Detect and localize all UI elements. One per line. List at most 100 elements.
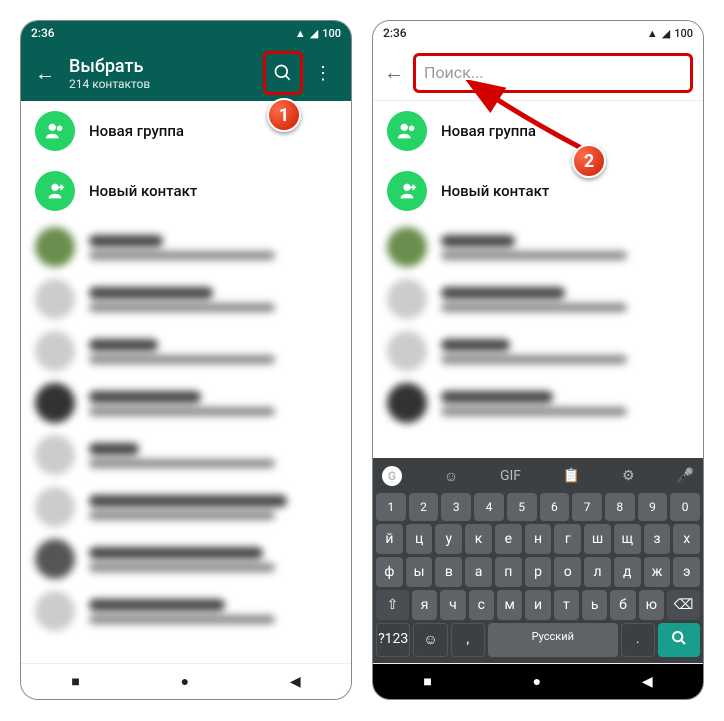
status-icons: ▲ ◢ 100 — [647, 27, 693, 40]
keyboard-toolbar: G ☺ GIF 📋 ⚙ 🎤 — [376, 462, 700, 490]
mic-icon[interactable]: 🎤 — [677, 468, 694, 484]
key-й[interactable]: й — [376, 524, 403, 554]
keyboard: G ☺ GIF 📋 ⚙ 🎤 1234567890 йцукенгшщзх фыв… — [373, 458, 703, 663]
keyboard-row-numbers: 1234567890 — [376, 493, 700, 521]
key-с[interactable]: с — [469, 590, 494, 620]
key-ю[interactable]: ю — [639, 590, 664, 620]
key-н[interactable]: н — [525, 524, 552, 554]
key-д[interactable]: д — [614, 557, 641, 587]
key-1[interactable]: 1 — [376, 493, 406, 521]
nav-home[interactable]: ● — [181, 673, 189, 690]
list-item[interactable] — [373, 325, 703, 377]
key-м[interactable]: м — [497, 590, 522, 620]
list-item[interactable] — [21, 377, 351, 429]
gif-button[interactable]: GIF — [500, 468, 521, 484]
contact-list[interactable]: Новая группа Новый контакт — [21, 101, 351, 663]
new-contact-row[interactable]: Новый контакт — [21, 161, 351, 221]
nav-recent[interactable]: ■ — [423, 673, 431, 690]
key-7[interactable]: 7 — [572, 493, 602, 521]
status-time: 2:36 — [31, 26, 55, 40]
battery-icon: 100 — [674, 27, 693, 40]
keyboard-row-bottom: ?123 ☺ , Русский . — [376, 623, 700, 657]
key-у[interactable]: у — [435, 524, 462, 554]
key-и[interactable]: и — [525, 590, 550, 620]
key-0[interactable]: 0 — [670, 493, 700, 521]
key-ц[interactable]: ц — [406, 524, 433, 554]
key-б[interactable]: б — [610, 590, 635, 620]
new-contact-row[interactable]: Новый контакт — [373, 161, 703, 221]
back-button[interactable]: ← — [29, 61, 61, 86]
search-icon — [273, 63, 293, 83]
android-navbar: ■ ● ◀ — [373, 663, 703, 699]
list-item[interactable] — [21, 221, 351, 273]
list-item[interactable] — [21, 273, 351, 325]
new-group-row[interactable]: Новая группа — [21, 101, 351, 161]
key-к[interactable]: к — [465, 524, 492, 554]
key-space[interactable]: Русский — [488, 623, 617, 657]
key-ь[interactable]: ь — [582, 590, 607, 620]
keyboard-row-3: ⇧ячсмитьбю⌫ — [376, 590, 700, 620]
key-search[interactable] — [658, 623, 700, 657]
key-т[interactable]: т — [554, 590, 579, 620]
key-е[interactable]: е — [495, 524, 522, 554]
key-5[interactable]: 5 — [507, 493, 537, 521]
signal-icon: ◢ — [310, 27, 318, 40]
list-item[interactable] — [21, 481, 351, 533]
key-щ[interactable]: щ — [614, 524, 641, 554]
list-item[interactable] — [21, 325, 351, 377]
key-period[interactable]: . — [621, 623, 655, 657]
sticker-icon[interactable]: ☺ — [444, 468, 458, 485]
list-item[interactable] — [21, 585, 351, 637]
nav-recent[interactable]: ■ — [71, 673, 79, 690]
key-ж[interactable]: ж — [644, 557, 671, 587]
list-item[interactable] — [21, 533, 351, 585]
settings-icon[interactable]: ⚙ — [622, 468, 635, 484]
menu-button[interactable]: ⋮ — [303, 53, 343, 93]
key-symbols[interactable]: ?123 — [376, 623, 410, 657]
key-г[interactable]: г — [554, 524, 581, 554]
clipboard-icon[interactable]: 📋 — [563, 468, 580, 484]
keyboard-row-1: йцукенгшщзх — [376, 524, 700, 554]
key-я[interactable]: я — [412, 590, 437, 620]
key-з[interactable]: з — [644, 524, 671, 554]
key-backspace[interactable]: ⌫ — [667, 590, 700, 620]
phone-left: 2:36 ▲ ◢ 100 ← Выбрать 214 контактов ⋮ Н… — [20, 20, 352, 700]
search-button[interactable] — [263, 53, 303, 93]
list-item[interactable] — [21, 429, 351, 481]
key-ф[interactable]: ф — [376, 557, 403, 587]
add-contact-icon — [35, 171, 75, 211]
key-9[interactable]: 9 — [638, 493, 668, 521]
key-а[interactable]: а — [465, 557, 492, 587]
key-х[interactable]: х — [673, 524, 700, 554]
wifi-icon: ▲ — [295, 27, 306, 40]
nav-back[interactable]: ◀ — [642, 674, 653, 690]
key-6[interactable]: 6 — [540, 493, 570, 521]
new-contact-label: Новый контакт — [89, 182, 337, 200]
nav-back[interactable]: ◀ — [290, 674, 301, 690]
nav-home[interactable]: ● — [533, 673, 541, 690]
key-shift[interactable]: ⇧ — [376, 590, 409, 620]
list-item[interactable] — [373, 221, 703, 273]
key-п[interactable]: п — [495, 557, 522, 587]
search-highlight — [263, 51, 303, 95]
key-ч[interactable]: ч — [440, 590, 465, 620]
key-8[interactable]: 8 — [605, 493, 635, 521]
list-item[interactable] — [373, 377, 703, 429]
key-ы[interactable]: ы — [406, 557, 433, 587]
key-2[interactable]: 2 — [409, 493, 439, 521]
key-л[interactable]: л — [584, 557, 611, 587]
key-э[interactable]: э — [673, 557, 700, 587]
key-в[interactable]: в — [435, 557, 462, 587]
key-3[interactable]: 3 — [441, 493, 471, 521]
list-item[interactable] — [373, 273, 703, 325]
key-4[interactable]: 4 — [474, 493, 504, 521]
battery-icon: 100 — [322, 27, 341, 40]
key-emoji[interactable]: ☺ — [413, 623, 447, 657]
back-button[interactable]: ← — [379, 60, 409, 85]
key-ш[interactable]: ш — [584, 524, 611, 554]
status-time: 2:36 — [383, 26, 407, 40]
key-о[interactable]: о — [554, 557, 581, 587]
key-р[interactable]: р — [525, 557, 552, 587]
key-comma[interactable]: , — [451, 623, 485, 657]
google-icon[interactable]: G — [382, 466, 402, 486]
